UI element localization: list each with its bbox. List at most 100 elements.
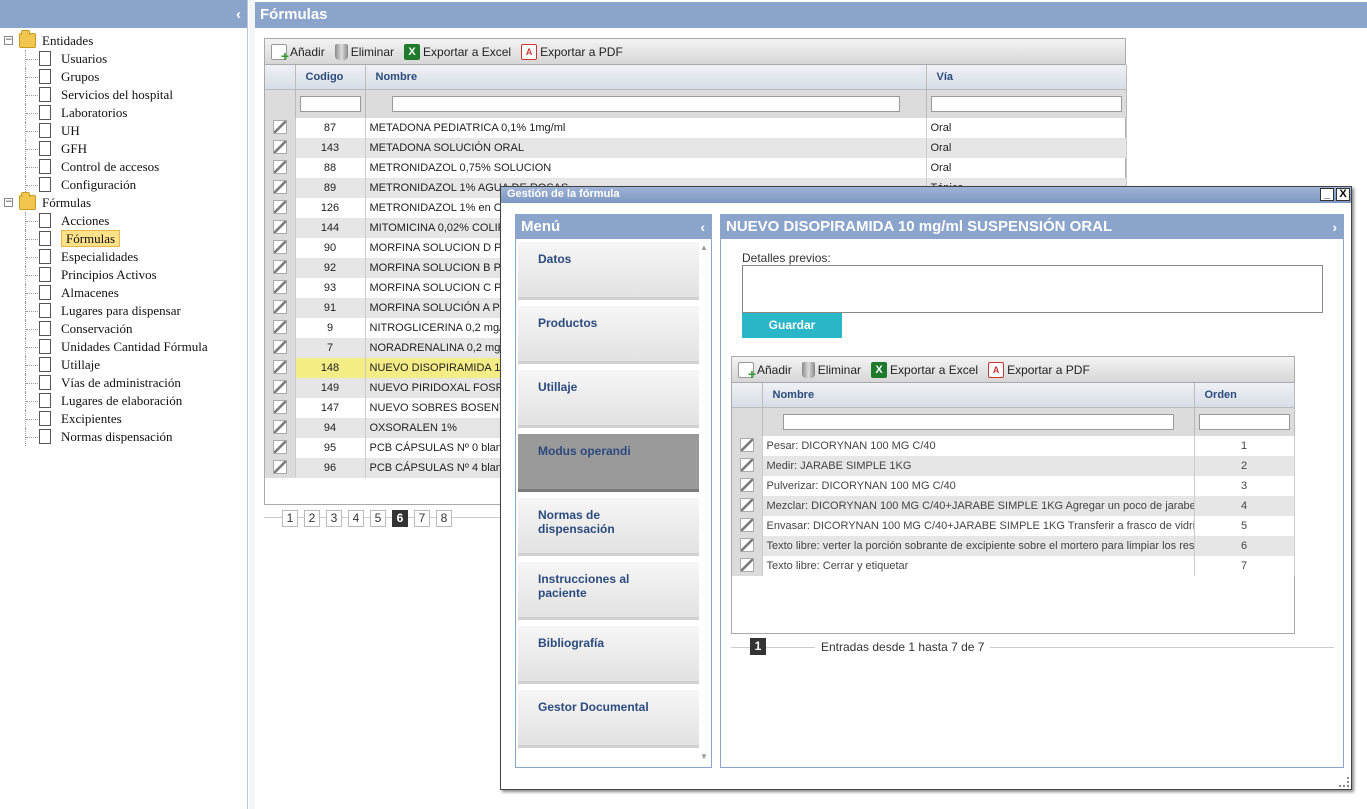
chevron-left-icon[interactable]: ‹	[700, 219, 705, 235]
tree-item-label[interactable]: Unidades Cantidad Fórmula	[61, 339, 208, 354]
panel-splitter[interactable]	[249, 0, 255, 809]
filter-nombre-input[interactable]	[391, 95, 900, 112]
menu-scrollbar[interactable]: ▲ ▼	[699, 243, 709, 765]
tree-item[interactable]: Excipientes	[0, 410, 247, 428]
edit-icon[interactable]	[272, 179, 287, 194]
tree-group-label[interactable]: Fórmulas	[42, 195, 91, 210]
tree-item-label[interactable]: Configuración	[61, 177, 136, 192]
tree-item[interactable]: GFH	[0, 140, 247, 158]
export-pdf-button[interactable]: A Exportar a PDF	[988, 361, 1090, 378]
table-row[interactable]: Medir: JARABE SIMPLE 1KG 2	[732, 456, 1295, 476]
edit-icon[interactable]	[739, 457, 754, 472]
tree-item-label[interactable]: GFH	[61, 141, 87, 156]
edit-icon[interactable]	[272, 139, 287, 154]
edit-icon[interactable]	[272, 399, 287, 414]
resize-grip-icon[interactable]	[1339, 777, 1349, 787]
edit-icon[interactable]	[272, 439, 287, 454]
tree-item[interactable]: Especialidades	[0, 248, 247, 266]
edit-icon[interactable]	[272, 319, 287, 334]
tree-item[interactable]: Acciones	[0, 212, 247, 230]
table-row[interactable]: Texto libre: Cerrar y etiquetar 7	[732, 556, 1295, 576]
edit-icon[interactable]	[739, 537, 754, 552]
column-header-codigo[interactable]: Codigo	[295, 65, 366, 90]
tree-item[interactable]: Unidades Cantidad Fórmula	[0, 338, 247, 356]
tree-item-label[interactable]: Fórmulas	[61, 230, 121, 247]
menu-item[interactable]: Modus operandi	[518, 434, 699, 492]
page-button[interactable]: 1	[282, 509, 298, 527]
tree-item[interactable]: Configuración	[0, 176, 247, 194]
tree-item[interactable]: Control de accesos	[0, 158, 247, 176]
tree-item-label[interactable]: Excipientes	[61, 411, 122, 426]
edit-icon[interactable]	[272, 359, 287, 374]
tree-item-label[interactable]: Almacenes	[61, 285, 119, 300]
tree-item-label[interactable]: Usuarios	[61, 51, 107, 66]
table-row[interactable]: 88 METRONIDAZOL 0,75% SOLUCION Oral	[265, 158, 1127, 178]
edit-icon[interactable]	[739, 497, 754, 512]
table-row[interactable]: Pesar: DICORYNAN 100 MG C/40 1	[732, 436, 1295, 456]
tree-item-label[interactable]: Laboratorios	[61, 105, 127, 120]
tree-item-label[interactable]: Grupos	[61, 69, 99, 84]
add-button[interactable]: Añadir	[271, 43, 325, 64]
close-button[interactable]: X	[1336, 188, 1350, 201]
edit-icon[interactable]	[272, 279, 287, 294]
edit-icon[interactable]	[272, 339, 287, 354]
page-button[interactable]: 6	[392, 509, 408, 527]
column-header-via[interactable]: Vía	[926, 65, 1127, 90]
column-header-nombre[interactable]: Nombre	[762, 383, 1195, 408]
tree-item[interactable]: Almacenes	[0, 284, 247, 302]
tree-item-label[interactable]: Principios Activos	[61, 267, 157, 282]
table-row[interactable]: 87 METADONA PEDIATRICA 0,1% 1mg/ml Oral	[265, 118, 1127, 138]
menu-item[interactable]: Instrucciones al paciente	[518, 562, 699, 620]
collapse-toggle-icon[interactable]: −	[4, 198, 13, 207]
edit-icon[interactable]	[272, 239, 287, 254]
page-button[interactable]: 3	[326, 509, 342, 527]
page-button[interactable]: 7	[414, 509, 430, 527]
tree-item[interactable]: Vías de administración	[0, 374, 247, 392]
edit-icon[interactable]	[272, 419, 287, 434]
tree-item[interactable]: Grupos	[0, 68, 247, 86]
column-header-orden[interactable]: Orden	[1194, 383, 1295, 408]
filter-codigo-input[interactable]	[299, 95, 361, 112]
collapse-toggle-icon[interactable]: −	[4, 36, 13, 45]
menu-item[interactable]: Utillaje	[518, 370, 699, 428]
tree-item-label[interactable]: Lugares para dispensar	[61, 303, 181, 318]
tree-item[interactable]: UH	[0, 122, 247, 140]
tree-item[interactable]: Lugares de elaboración	[0, 392, 247, 410]
save-button[interactable]: Guardar	[742, 313, 842, 338]
page-button[interactable]: 8	[436, 509, 452, 527]
tree-item[interactable]: Principios Activos	[0, 266, 247, 284]
page-button[interactable]: 5	[370, 509, 386, 527]
tree-item[interactable]: Laboratorios	[0, 104, 247, 122]
tree-item[interactable]: Servicios del hospital	[0, 86, 247, 104]
menu-item[interactable]: Datos	[518, 242, 699, 300]
export-pdf-button[interactable]: A Exportar a PDF	[521, 43, 623, 60]
filter-nombre-input[interactable]	[782, 413, 1174, 430]
details-textarea[interactable]	[742, 265, 1323, 313]
export-excel-button[interactable]: X Exportar a Excel	[871, 361, 978, 378]
edit-icon[interactable]	[272, 259, 287, 274]
table-row[interactable]: Pulverizar: DICORYNAN 100 MG C/40 3	[732, 476, 1295, 496]
menu-item[interactable]: Gestor Documental	[518, 690, 699, 748]
table-row[interactable]: Mezclar: DICORYNAN 100 MG C/40+JARABE SI…	[732, 496, 1295, 516]
tree-item[interactable]: Normas dispensación	[0, 428, 247, 446]
edit-icon[interactable]	[739, 437, 754, 452]
page-button[interactable]: 2	[304, 509, 320, 527]
column-header-nombre[interactable]: Nombre	[365, 65, 927, 90]
tree-item[interactable]: Conservación	[0, 320, 247, 338]
add-button[interactable]: Añadir	[738, 361, 792, 382]
edit-icon[interactable]	[272, 119, 287, 134]
tree-group-label[interactable]: Entidades	[42, 33, 93, 48]
minimize-button[interactable]: _	[1320, 188, 1334, 201]
tree-item-label[interactable]: Normas dispensación	[61, 429, 173, 444]
delete-button[interactable]: Eliminar	[801, 361, 861, 378]
edit-icon[interactable]	[739, 517, 754, 532]
menu-item[interactable]: Bibliografía	[518, 626, 699, 684]
tree-item-label[interactable]: UH	[61, 123, 80, 138]
edit-icon[interactable]	[739, 477, 754, 492]
tree-item-label[interactable]: Control de accesos	[61, 159, 159, 174]
menu-item[interactable]: Productos	[518, 306, 699, 364]
tree-group[interactable]: − Entidades	[0, 30, 247, 50]
edit-icon[interactable]	[272, 299, 287, 314]
page-button[interactable]: 4	[348, 509, 364, 527]
menu-item[interactable]: Normas de dispensación	[518, 498, 699, 556]
